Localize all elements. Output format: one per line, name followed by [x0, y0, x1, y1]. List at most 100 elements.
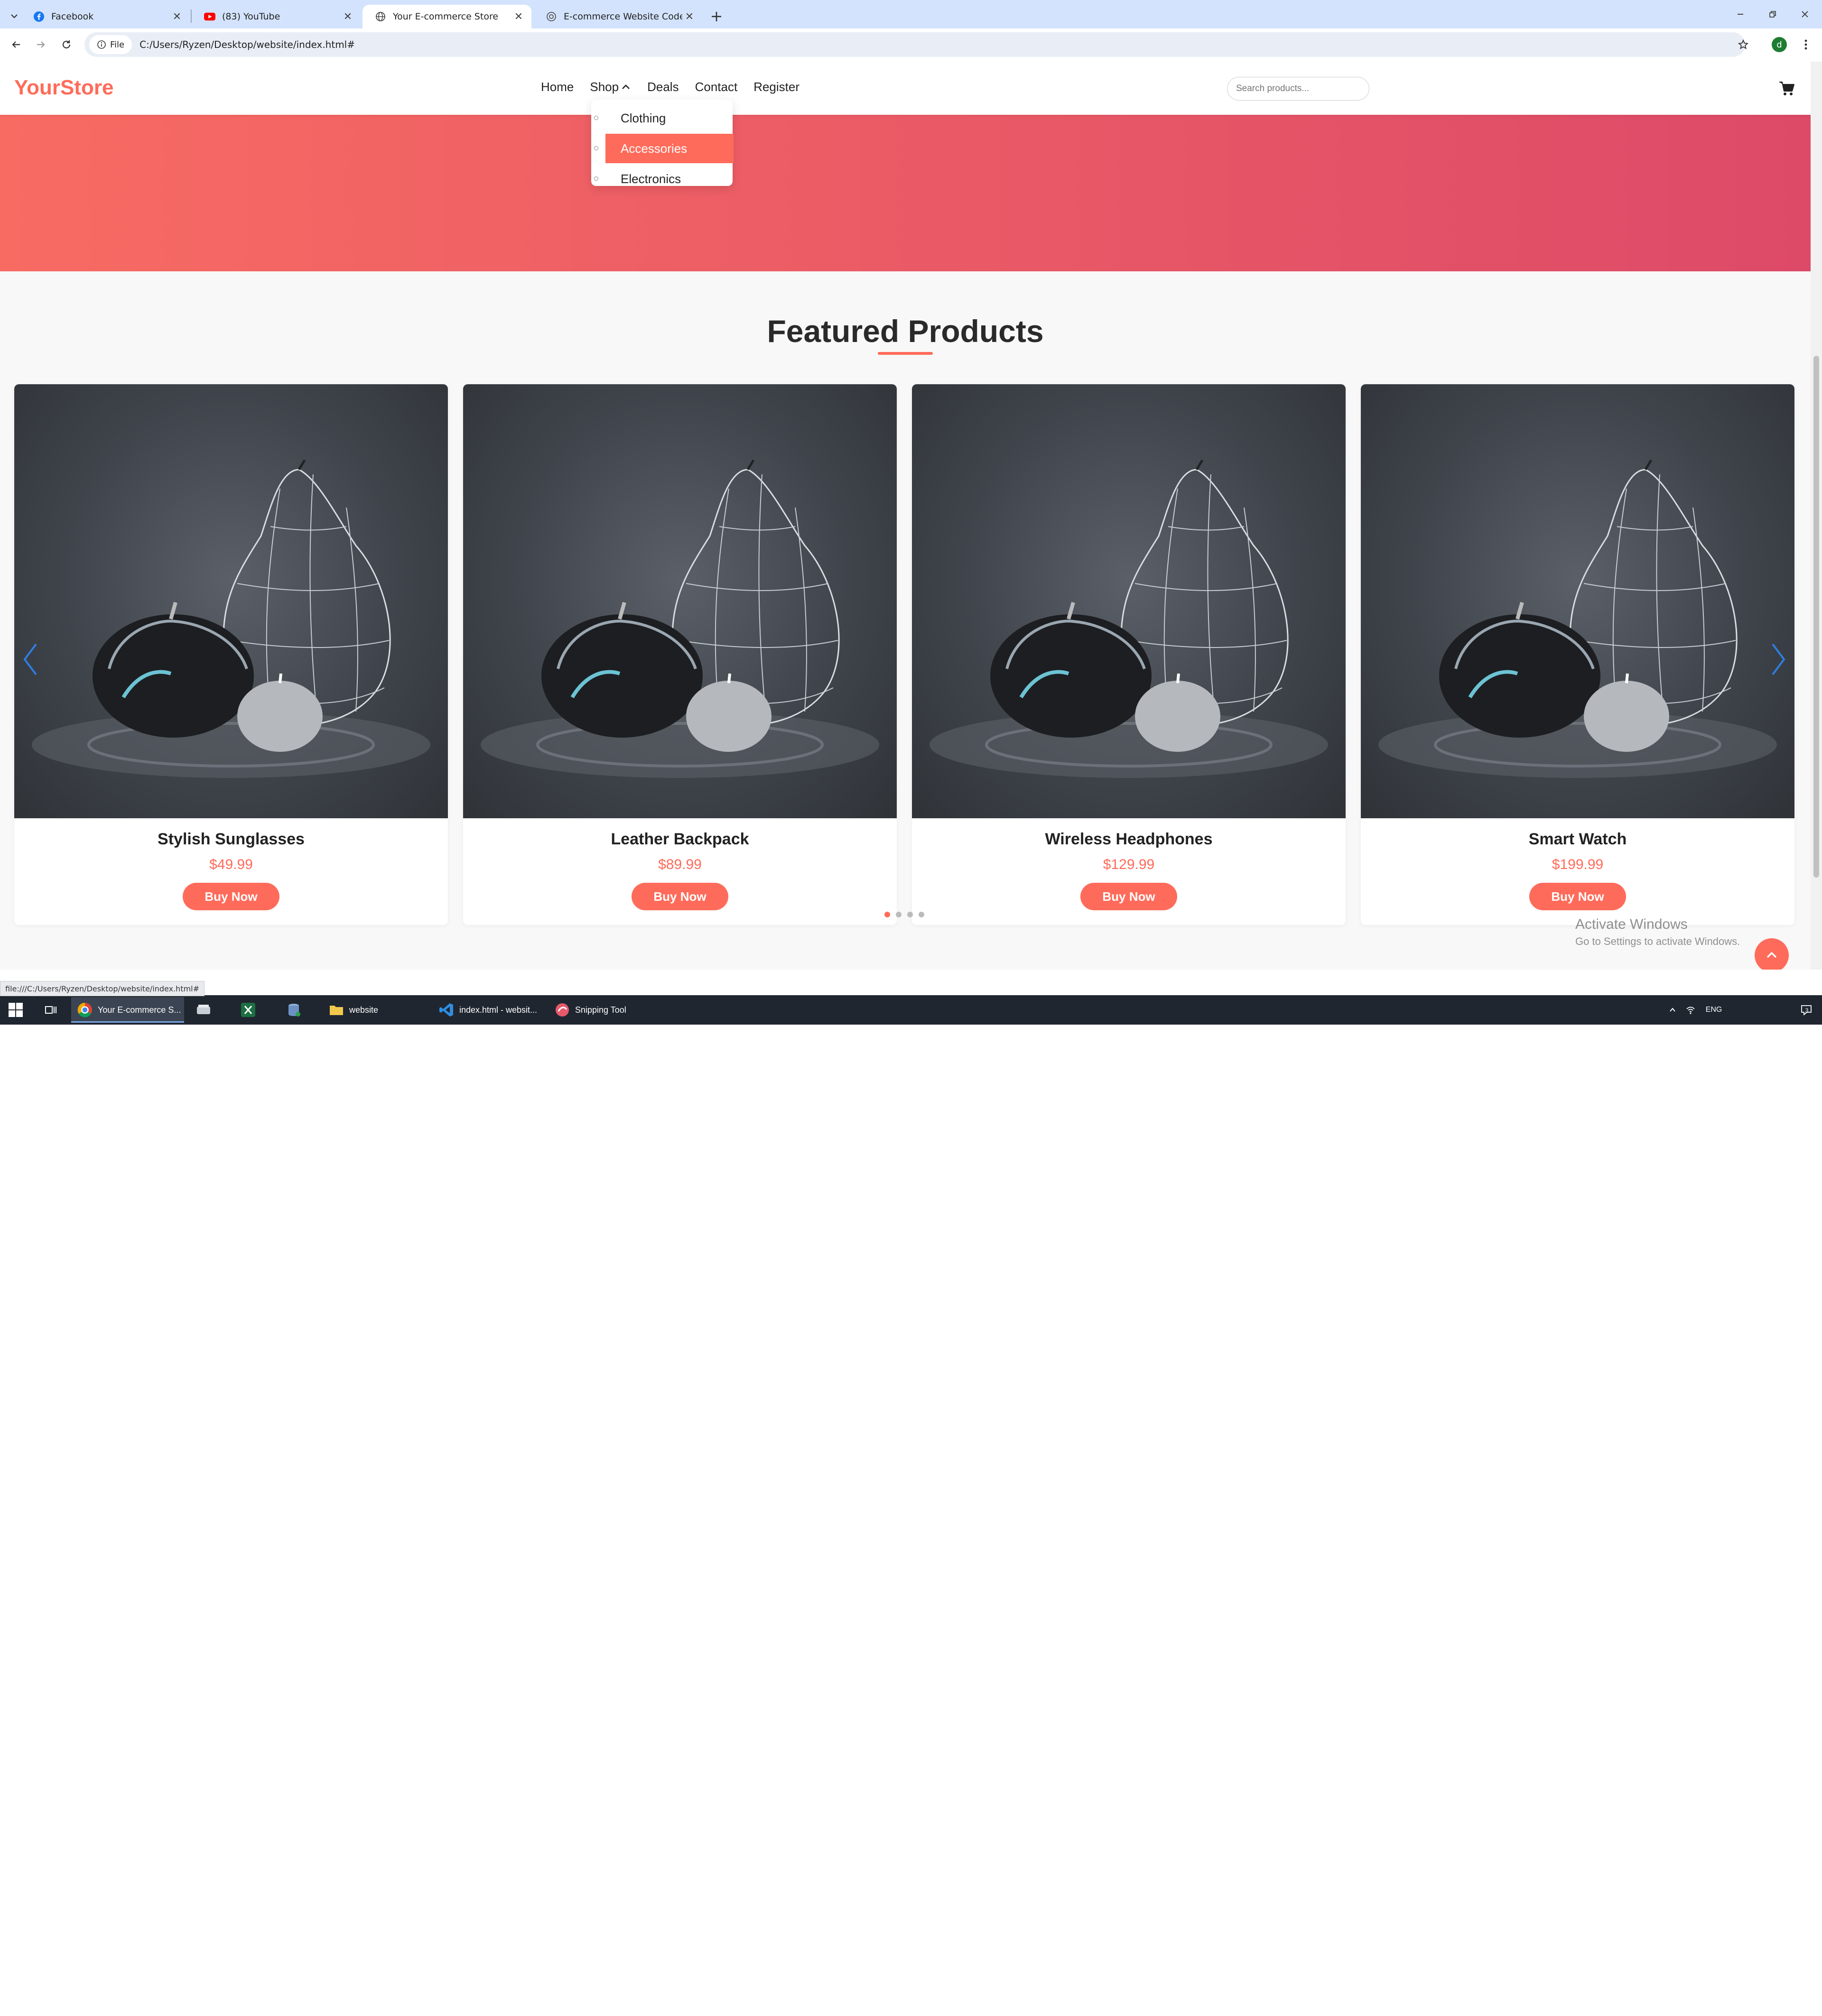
close-icon[interactable]: ✕ — [341, 11, 355, 23]
forward-button[interactable] — [31, 35, 50, 54]
page-scrollbar[interactable] — [1811, 62, 1822, 970]
taskbar-app-excel[interactable] — [234, 997, 266, 1023]
dropdown-item-label: Electronics — [621, 171, 681, 186]
windows-logo-icon — [9, 1003, 23, 1017]
database-icon — [288, 1004, 300, 1017]
activation-subtitle: Go to Settings to activate Windows. — [1575, 935, 1740, 947]
buy-now-button[interactable]: Buy Now — [1080, 883, 1177, 910]
scroll-to-top-button[interactable] — [1755, 938, 1789, 970]
product-price: $129.99 — [1103, 857, 1155, 872]
notification-center-button[interactable]: 3 — [1791, 997, 1817, 1023]
taskbar-app-database[interactable] — [280, 997, 311, 1023]
browser-menu-button[interactable] — [1798, 35, 1813, 54]
buy-now-button[interactable]: Buy Now — [632, 883, 728, 910]
tab-youtube[interactable]: (83) YouTube ✕ — [192, 5, 361, 28]
excel-icon — [241, 1003, 255, 1017]
nav-deals[interactable]: Deals — [647, 80, 679, 94]
taskbar-app-explorer[interactable]: website — [323, 997, 432, 1023]
carousel-dot[interactable] — [896, 912, 902, 917]
carousel-prev-button[interactable] — [16, 636, 45, 683]
close-icon[interactable]: ✕ — [170, 11, 184, 23]
taskbar-app-vscode[interactable]: index.html - websit... — [433, 997, 546, 1023]
facebook-icon — [33, 11, 45, 22]
url-text[interactable]: C:/Users/Ryzen/Desktop/website/index.htm… — [139, 39, 355, 50]
carousel-next-button[interactable] — [1764, 636, 1793, 683]
chrome-icon — [77, 1002, 92, 1017]
dropdown-item-electronics[interactable]: Electronics — [594, 164, 734, 194]
dropdown-item-accessories[interactable]: Accessories — [594, 134, 734, 163]
task-view-icon — [45, 1006, 56, 1014]
close-icon[interactable]: ✕ — [511, 11, 526, 23]
bookmark-button[interactable] — [1734, 35, 1753, 54]
star-icon — [1738, 39, 1749, 49]
close-window-button[interactable] — [1792, 5, 1818, 24]
back-button[interactable] — [7, 35, 26, 54]
site-info-chip[interactable]: File — [89, 35, 132, 54]
carousel-dot[interactable] — [907, 912, 913, 917]
taskbar-app-chrome[interactable]: Your E-commerce S... — [71, 997, 184, 1023]
cart-icon[interactable] — [1778, 80, 1795, 97]
taskbar-app-label: Your E-commerce S... — [98, 1005, 181, 1015]
clock-date: Sun 22.09.24 — [1730, 2006, 1776, 2014]
network-status[interactable] — [1683, 997, 1699, 1023]
site-header: YourStore Home Shop Deals Contact Regist… — [0, 62, 1811, 115]
search-input[interactable] — [1227, 77, 1369, 101]
scrollbar-thumb[interactable] — [1813, 356, 1819, 878]
bullet-icon — [594, 176, 598, 181]
close-icon[interactable]: ✕ — [682, 11, 697, 23]
product-name: Leather Backpack — [611, 830, 749, 848]
scheme-label: File — [110, 39, 125, 50]
dropdown-item-clothing[interactable]: Clothing — [594, 103, 734, 133]
address-bar[interactable]: File C:/Users/Ryzen/Desktop/website/inde… — [84, 32, 1745, 57]
browser-toolbar: File C:/Users/Ryzen/Desktop/website/inde… — [0, 28, 1822, 62]
minimize-icon — [1738, 14, 1743, 15]
minimize-button[interactable] — [1727, 5, 1754, 24]
new-tab-button[interactable]: + — [707, 7, 726, 26]
dropdown-item-label: Accessories — [621, 141, 688, 156]
buy-now-button[interactable]: Buy Now — [1529, 883, 1626, 910]
system-clock[interactable]: 7:00 PM Sun 22.09.24 — [1718, 1993, 1789, 2016]
nav-shop[interactable]: Shop — [590, 80, 631, 94]
featured-products-heading: Featured Products — [767, 314, 1044, 349]
clock-time: 7:00 PM — [1739, 1995, 1767, 2003]
tab-title: E-commerce Website Code — [564, 11, 682, 22]
restore-button[interactable] — [1759, 5, 1786, 24]
taskbar-app-scanner[interactable] — [190, 997, 221, 1023]
tab-ecommerce-code[interactable]: E-commerce Website Code ✕ — [533, 5, 702, 28]
carousel-dot[interactable] — [919, 912, 924, 917]
carousel-pagination — [884, 912, 924, 917]
product-price: $199.99 — [1552, 857, 1604, 872]
product-image — [463, 384, 897, 818]
language-indicator[interactable]: ENG — [1701, 997, 1727, 1023]
product-card: Wireless Headphones $129.99 Buy Now — [912, 384, 1346, 925]
youtube-icon — [204, 11, 215, 22]
taskbar-app-label: website — [349, 1005, 379, 1015]
vscode-icon — [439, 1003, 453, 1017]
snipping-tool-icon — [556, 1003, 569, 1017]
nav-home[interactable]: Home — [541, 80, 574, 94]
tab-title: Facebook — [51, 11, 94, 22]
profile-avatar[interactable]: d — [1772, 37, 1787, 52]
carousel-dot[interactable] — [884, 912, 890, 917]
globe-icon — [375, 11, 386, 22]
nav-register[interactable]: Register — [753, 80, 799, 94]
wifi-icon — [1686, 1007, 1695, 1014]
chevron-up-icon — [1670, 1008, 1675, 1012]
start-button[interactable] — [0, 997, 31, 1023]
tab-ecommerce-store[interactable]: Your E-commerce Store ✕ — [363, 5, 531, 28]
show-hidden-icons-button[interactable] — [1665, 997, 1680, 1023]
tab-search-button[interactable] — [6, 8, 23, 25]
nav-contact[interactable]: Contact — [695, 80, 738, 94]
store-logo[interactable]: YourStore — [14, 76, 113, 100]
buy-now-button[interactable]: Buy Now — [183, 883, 279, 910]
page-viewport: YourStore Home Shop Deals Contact Regist… — [0, 62, 1811, 970]
reload-button[interactable] — [57, 35, 76, 54]
tab-facebook[interactable]: Facebook ✕ — [21, 5, 190, 28]
back-arrow-icon — [12, 41, 20, 48]
taskbar-app-snipping-tool[interactable]: Snipping Tool — [548, 997, 661, 1023]
info-icon — [97, 40, 106, 49]
task-view-button[interactable] — [35, 997, 66, 1023]
chevron-up-icon — [1766, 952, 1777, 958]
forward-arrow-icon — [37, 41, 45, 48]
product-name: Smart Watch — [1528, 830, 1627, 848]
